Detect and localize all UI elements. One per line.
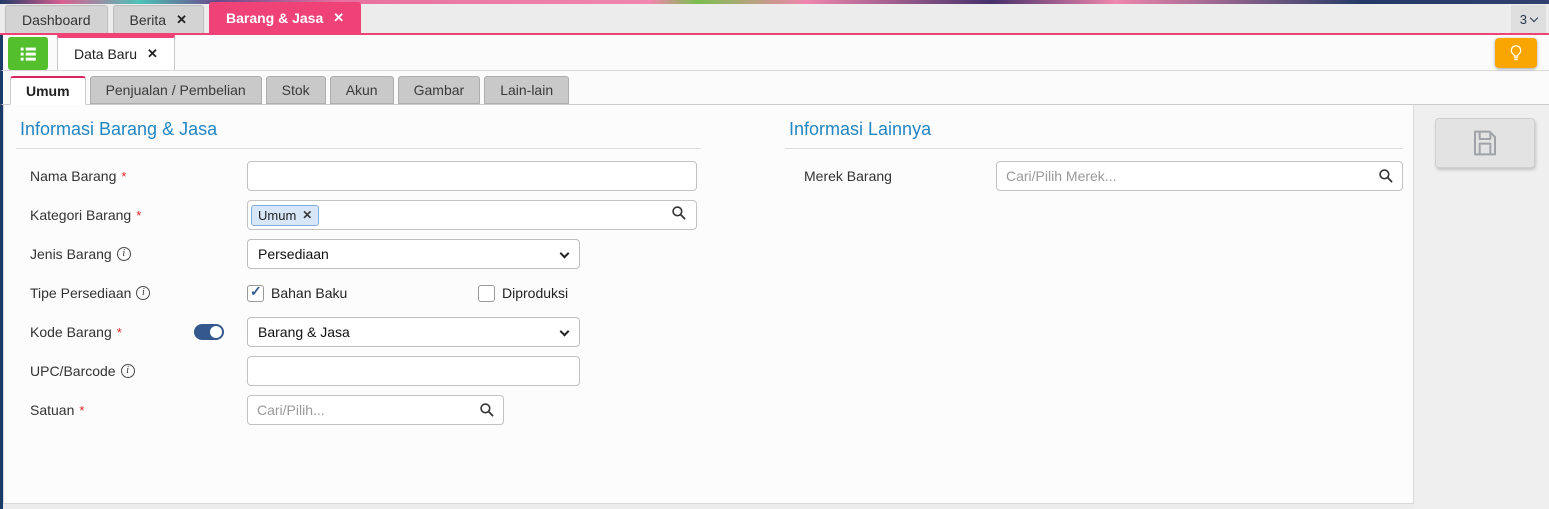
form-tab-akun-label: Akun (346, 82, 378, 98)
tipe-persediaan-options: ✓ Bahan Baku Diproduksi (247, 285, 568, 302)
kode-barang-toggle-on[interactable] (194, 324, 224, 340)
satuan-input[interactable] (247, 395, 504, 425)
save-floppy-icon (1469, 127, 1501, 159)
merek-barang-input[interactable] (996, 161, 1403, 191)
required-marker: * (117, 325, 122, 340)
kategori-barang-label: Kategori Barang * (16, 207, 247, 223)
bahan-baku-label: Bahan Baku (271, 285, 347, 301)
form-tab-penjualan-label: Penjualan / Pembelian (106, 82, 246, 98)
section-informasi-lainnya: Informasi Lainnya Merek Barang (769, 105, 1413, 503)
top-tab-bar: Dashboard Berita ✕ Barang & Jasa ✕ 3 (0, 0, 1549, 35)
form-tab-stok[interactable]: Stok (266, 76, 326, 104)
tab-berita-label: Berita (130, 12, 167, 28)
toggle-knob (210, 326, 222, 338)
satuan-searchbox (247, 395, 504, 425)
tab-dashboard[interactable]: Dashboard (5, 5, 108, 33)
kode-barang-value: Barang & Jasa (258, 324, 350, 340)
chip-remove-icon[interactable]: ✕ (302, 208, 312, 222)
field-row-satuan: Satuan * (16, 395, 769, 425)
save-button[interactable] (1435, 118, 1535, 168)
merek-barang-searchbox (996, 161, 1403, 191)
search-icon[interactable] (1378, 168, 1394, 184)
search-icon[interactable] (479, 402, 495, 418)
jenis-barang-label: Jenis Barang i (16, 246, 247, 262)
lightbulb-icon (1506, 43, 1526, 63)
diproduksi-checkbox[interactable]: Diproduksi (478, 285, 568, 302)
tipe-persediaan-label: Tipe Persediaan i (16, 285, 247, 301)
form-tab-umum[interactable]: Umum (10, 76, 86, 105)
section-title: Informasi Lainnya (789, 119, 1403, 140)
field-row-nama-barang: Nama Barang * (16, 161, 769, 191)
nama-barang-label: Nama Barang * (16, 168, 247, 184)
hint-button[interactable] (1495, 38, 1537, 68)
info-icon[interactable]: i (121, 364, 135, 378)
close-icon[interactable]: ✕ (147, 46, 158, 62)
merek-barang-label: Merek Barang (785, 168, 996, 184)
checkbox-checked-icon[interactable]: ✓ (247, 285, 264, 302)
upc-barcode-input[interactable] (247, 356, 580, 386)
section-title: Informasi Barang & Jasa (20, 119, 701, 140)
tab-barang-jasa-label: Barang & Jasa (226, 10, 323, 26)
required-marker: * (136, 208, 141, 223)
menu-button[interactable] (8, 37, 48, 70)
field-row-tipe-persediaan: Tipe Persediaan i ✓ Bahan Baku Diproduks… (16, 278, 769, 308)
tab-berita[interactable]: Berita ✕ (113, 5, 204, 33)
tab-overflow-count: 3 (1520, 12, 1527, 27)
tab-barang-jasa[interactable]: Barang & Jasa ✕ (209, 2, 361, 33)
upc-barcode-label: UPC/Barcode i (16, 363, 247, 379)
satuan-label: Satuan * (16, 402, 247, 418)
kategori-chip-label: Umum (258, 208, 296, 223)
field-row-kategori-barang: Kategori Barang * Umum ✕ (16, 200, 769, 230)
nama-barang-input[interactable] (247, 161, 697, 191)
form-tab-lain-lain[interactable]: Lain-lain (484, 76, 569, 104)
form-tab-umum-label: Umum (26, 83, 70, 99)
form-tab-akun[interactable]: Akun (330, 76, 394, 104)
info-icon[interactable]: i (117, 247, 131, 261)
section-informasi-barang-jasa: Informasi Barang & Jasa Nama Barang * Ka… (4, 105, 769, 503)
chevron-down-icon (1530, 13, 1538, 21)
form-tab-gambar-label: Gambar (414, 82, 465, 98)
search-icon[interactable] (671, 205, 687, 226)
kategori-barang-input[interactable]: Umum ✕ (247, 200, 697, 230)
checkbox-unchecked-icon[interactable] (478, 285, 495, 302)
chevron-down-icon (560, 327, 570, 337)
form-panel: Informasi Barang & Jasa Nama Barang * Ka… (3, 105, 1414, 504)
tab-overflow-dropdown[interactable]: 3 (1511, 5, 1546, 33)
form-tab-stok-label: Stok (282, 82, 310, 98)
list-menu-icon (17, 43, 39, 65)
workspace-tab-label: Data Baru (74, 46, 137, 62)
jenis-barang-value: Persediaan (258, 246, 329, 262)
chevron-down-icon (560, 249, 570, 259)
field-row-kode-barang: Kode Barang * Barang & Jasa (16, 317, 769, 347)
workspace-tab-data-baru[interactable]: Data Baru ✕ (57, 35, 175, 70)
field-row-upc-barcode: UPC/Barcode i (16, 356, 769, 386)
form-tab-gambar[interactable]: Gambar (398, 76, 481, 104)
main-area: Informasi Barang & Jasa Nama Barang * Ka… (0, 105, 1549, 509)
field-row-jenis-barang: Jenis Barang i Persediaan (16, 239, 769, 269)
form-tab-strip: Umum Penjualan / Pembelian Stok Akun Gam… (0, 71, 1549, 105)
kategori-chip: Umum ✕ (251, 205, 319, 226)
required-marker: * (79, 403, 84, 418)
jenis-barang-select[interactable]: Persediaan (247, 239, 580, 269)
form-tab-lain-label: Lain-lain (500, 82, 553, 98)
form-tab-penjualan-pembelian[interactable]: Penjualan / Pembelian (90, 76, 262, 104)
close-icon[interactable]: ✕ (333, 10, 344, 26)
diproduksi-label: Diproduksi (502, 285, 568, 301)
action-rail (1414, 105, 1549, 509)
workspace-bar: Data Baru ✕ (0, 35, 1549, 71)
info-icon[interactable]: i (136, 286, 150, 300)
kode-barang-select[interactable]: Barang & Jasa (247, 317, 580, 347)
bahan-baku-checkbox[interactable]: ✓ Bahan Baku (247, 285, 478, 302)
field-row-merek-barang: Merek Barang (785, 161, 1403, 191)
kode-barang-label: Kode Barang * (16, 324, 247, 340)
tab-dashboard-label: Dashboard (22, 12, 91, 28)
close-icon[interactable]: ✕ (176, 12, 187, 28)
required-marker: * (121, 169, 126, 184)
